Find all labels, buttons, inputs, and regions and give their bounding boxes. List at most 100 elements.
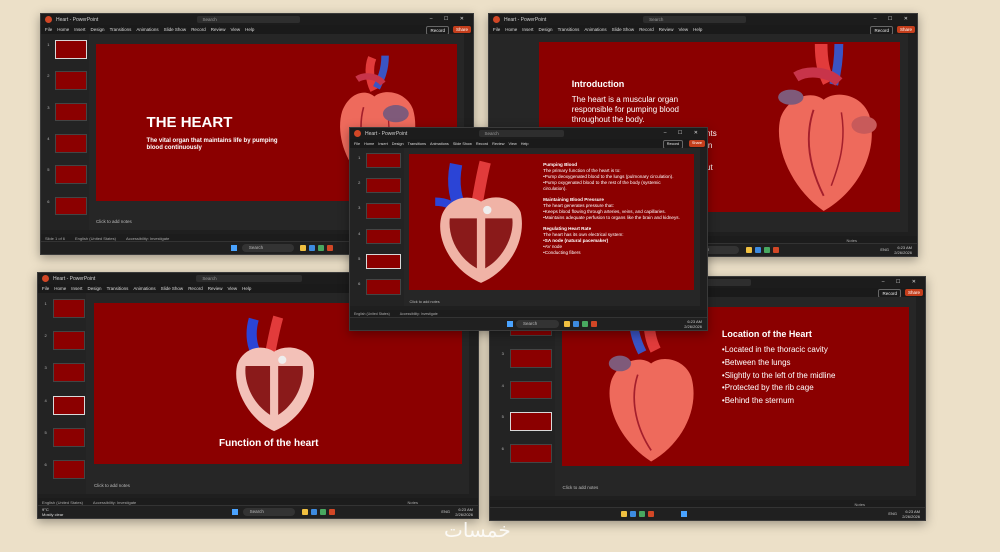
taskbar-search[interactable]: Search bbox=[242, 508, 296, 516]
tab-transitions[interactable]: Transitions bbox=[110, 27, 132, 32]
tab-review[interactable]: Review bbox=[659, 27, 674, 32]
notes-placeholder[interactable]: Click to add notes bbox=[94, 483, 130, 488]
tab-view[interactable]: View bbox=[227, 286, 237, 291]
tab-review[interactable]: Review bbox=[211, 27, 226, 32]
tab-home[interactable]: Home bbox=[364, 142, 374, 146]
accessibility-status[interactable]: Accessibility: Investigate bbox=[93, 500, 136, 505]
share-button[interactable]: Share bbox=[688, 140, 705, 147]
tab-view[interactable]: View bbox=[678, 27, 688, 32]
app-icon[interactable] bbox=[300, 245, 307, 251]
tab-design[interactable]: Design bbox=[91, 27, 105, 32]
tab-home[interactable]: Home bbox=[57, 27, 69, 32]
tab-file[interactable]: File bbox=[45, 27, 52, 32]
slide-thumbnail[interactable]: 3 bbox=[502, 348, 553, 368]
app-icon[interactable] bbox=[329, 509, 335, 515]
tab-review[interactable]: Review bbox=[492, 142, 504, 146]
tab-help[interactable]: Help bbox=[245, 27, 254, 32]
app-icon[interactable] bbox=[772, 247, 779, 253]
app-icon[interactable] bbox=[311, 509, 317, 515]
window-controls[interactable]: – ☐ ✕ bbox=[882, 279, 921, 285]
window-controls[interactable]: – ☐ ✕ bbox=[664, 130, 703, 136]
accessibility-status[interactable]: Accessibility: Investigate bbox=[400, 312, 438, 316]
app-icon[interactable] bbox=[320, 509, 326, 515]
slide-thumbnail[interactable]: 6 bbox=[358, 279, 402, 295]
tab-slide-show[interactable]: Slide Show bbox=[164, 27, 187, 32]
slide-thumbnail[interactable]: 6 bbox=[45, 459, 85, 479]
slide-thumbnail[interactable]: 5 bbox=[45, 427, 85, 447]
tab-transitions[interactable]: Transitions bbox=[408, 142, 426, 146]
app-icon[interactable] bbox=[564, 321, 571, 327]
slide-thumbnail[interactable]: 2 bbox=[45, 331, 85, 351]
app-icon[interactable] bbox=[573, 321, 580, 327]
slide-thumbnail[interactable]: 2 bbox=[358, 178, 402, 194]
app-icon[interactable] bbox=[754, 247, 761, 253]
notes-placeholder[interactable]: Click to add notes bbox=[96, 219, 132, 224]
slide-thumbnail[interactable]: 4 bbox=[502, 380, 553, 400]
share-button[interactable]: Share bbox=[896, 26, 915, 33]
app-icon[interactable] bbox=[309, 245, 316, 251]
slide-thumbnail[interactable]: 5 bbox=[47, 165, 87, 184]
tab-home[interactable]: Home bbox=[505, 27, 517, 32]
app-icon[interactable] bbox=[763, 247, 770, 253]
slide-thumbnail[interactable]: 6 bbox=[47, 196, 87, 216]
tab-slide-show[interactable]: Slide Show bbox=[161, 286, 184, 291]
tab-design[interactable]: Design bbox=[88, 286, 102, 291]
tab-view[interactable]: View bbox=[509, 142, 517, 146]
slide-thumbnail[interactable]: 3 bbox=[358, 203, 402, 219]
app-icon[interactable] bbox=[638, 511, 645, 517]
slide-thumbnail[interactable]: 4 bbox=[47, 133, 87, 153]
windows-start-icon[interactable] bbox=[681, 511, 688, 517]
share-button[interactable]: Share bbox=[452, 26, 471, 33]
notes-button[interactable]: Notes bbox=[855, 502, 865, 507]
clock[interactable]: 6:23 AM 2/26/2026 bbox=[684, 319, 702, 329]
accessibility-status[interactable]: Accessibility: Investigate bbox=[126, 236, 169, 241]
notes-button[interactable]: Notes bbox=[847, 238, 857, 243]
clock[interactable]: 6:23 AM 2/26/2026 bbox=[455, 507, 473, 517]
tab-animations[interactable]: Animations bbox=[136, 27, 158, 32]
tab-home[interactable]: Home bbox=[54, 286, 66, 291]
language-indicator[interactable]: ENG bbox=[441, 509, 450, 514]
tab-file[interactable]: File bbox=[354, 142, 360, 146]
app-icon[interactable] bbox=[318, 245, 325, 251]
windows-start-icon[interactable] bbox=[231, 245, 238, 251]
weather-widget[interactable]: 9°C Mostly clear bbox=[42, 507, 63, 517]
tab-view[interactable]: View bbox=[230, 27, 240, 32]
notes-placeholder[interactable]: Click to add notes bbox=[562, 485, 598, 490]
tab-help[interactable]: Help bbox=[242, 286, 251, 291]
notes-button[interactable]: Notes bbox=[408, 500, 418, 505]
slide-thumbnail[interactable]: 6 bbox=[502, 444, 553, 464]
window-controls[interactable]: – ☐ ✕ bbox=[874, 16, 913, 22]
tab-file[interactable]: File bbox=[42, 286, 49, 291]
tab-insert[interactable]: Insert bbox=[522, 27, 533, 32]
windows-start-icon[interactable] bbox=[231, 509, 238, 515]
tab-animations[interactable]: Animations bbox=[584, 27, 606, 32]
slide-thumbnail[interactable]: 5 bbox=[502, 412, 553, 432]
tab-animations[interactable]: Animations bbox=[133, 286, 155, 291]
language-indicator[interactable]: ENG bbox=[880, 247, 889, 252]
slide-thumbnail[interactable]: 3 bbox=[45, 363, 85, 383]
search-input[interactable]: Search bbox=[196, 275, 302, 282]
app-icon[interactable] bbox=[591, 321, 598, 327]
notes-placeholder[interactable]: Click to add notes bbox=[409, 300, 439, 304]
app-icon[interactable] bbox=[327, 245, 334, 251]
slide-detail[interactable]: Pumping Blood The primary function of th… bbox=[409, 154, 694, 291]
windows-start-icon[interactable] bbox=[507, 321, 514, 327]
tab-transitions[interactable]: Transitions bbox=[107, 286, 129, 291]
slide-thumbnail[interactable]: 1 bbox=[47, 39, 87, 59]
search-input[interactable]: Search bbox=[478, 130, 565, 137]
tab-slide-show[interactable]: Slide Show bbox=[453, 142, 472, 146]
slide-thumbnail[interactable]: 4 bbox=[358, 228, 402, 244]
tab-insert[interactable]: Insert bbox=[74, 27, 85, 32]
taskbar-search[interactable]: Search bbox=[241, 244, 294, 252]
app-icon[interactable] bbox=[647, 511, 654, 517]
tab-design[interactable]: Design bbox=[392, 142, 404, 146]
tab-review[interactable]: Review bbox=[208, 286, 223, 291]
slide-thumbnail[interactable]: 4 bbox=[45, 395, 85, 415]
slide-thumbnail[interactable]: 1 bbox=[45, 299, 85, 319]
tab-record[interactable]: Record bbox=[188, 286, 203, 291]
share-button[interactable]: Share bbox=[904, 289, 923, 296]
search-input[interactable]: Search bbox=[643, 16, 746, 23]
tab-record[interactable]: Record bbox=[191, 27, 206, 32]
tab-file[interactable]: File bbox=[493, 27, 500, 32]
app-icon[interactable] bbox=[620, 511, 627, 517]
